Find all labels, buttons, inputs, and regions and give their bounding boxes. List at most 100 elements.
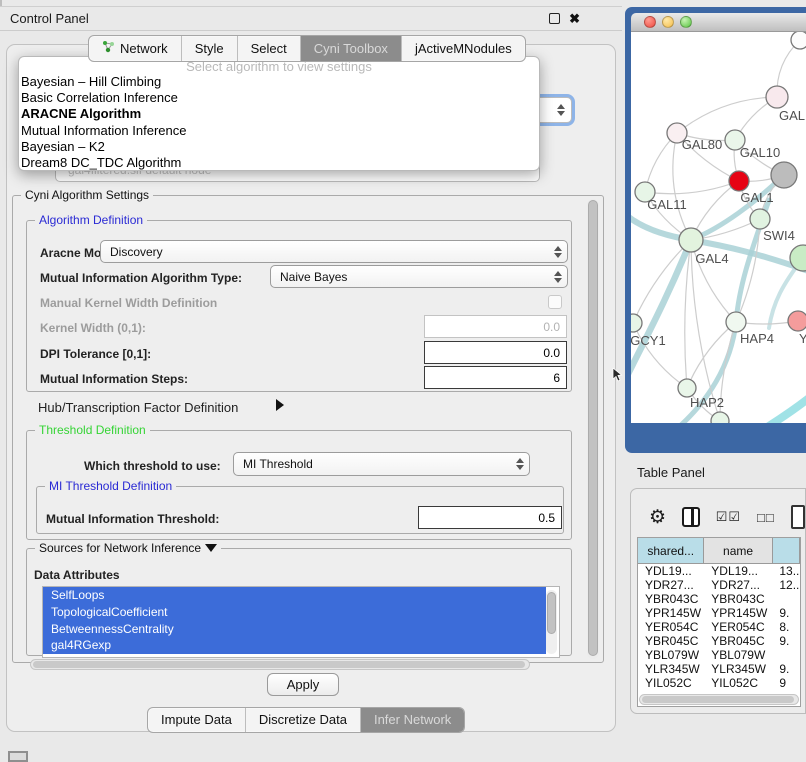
algorithm-popup-item[interactable]: Dream8 DC_TDC Algorithm (19, 155, 539, 171)
data-attribute-item-selected[interactable]: SelfLoops (43, 587, 546, 604)
algorithm-popup-item[interactable]: ARACNE Algorithm (19, 106, 539, 122)
cell-name: YDR27... (704, 578, 772, 592)
minimize-window-icon[interactable] (662, 16, 674, 28)
which-threshold-combobox[interactable]: MI Threshold (233, 452, 530, 476)
network-node[interactable] (679, 228, 703, 252)
data-attribute-item-selected[interactable]: TopologicalCoefficient (43, 604, 546, 621)
close-window-icon[interactable] (644, 16, 656, 28)
dpi-tolerance-field[interactable]: 0.0 (424, 341, 567, 364)
mode-tab[interactable]: Discretize Data (246, 708, 361, 732)
network-edge[interactable] (677, 97, 777, 133)
cell-shared-name: YIL052C (638, 676, 704, 690)
cell-name: YER054C (704, 620, 772, 634)
control-panel-titlebar: Control Panel ✖ (0, 6, 622, 31)
network-node[interactable] (726, 312, 746, 332)
network-node[interactable] (766, 86, 788, 108)
algorithm-popup-item[interactable]: Bayesian – K2 (19, 139, 539, 155)
tab[interactable]: Select (238, 36, 301, 61)
network-node[interactable] (791, 32, 806, 49)
table-column-header[interactable]: name (704, 538, 772, 564)
network-node[interactable] (631, 314, 642, 332)
which-threshold-label: Which threshold to use: (84, 459, 221, 473)
network-node[interactable] (711, 412, 729, 423)
algorithm-popup-list: Bayesian – Hill Climbing Basic Correlati… (19, 74, 539, 171)
zoom-window-icon[interactable] (680, 16, 692, 28)
table-row[interactable]: YBR045C YBR045C 9. (638, 634, 800, 648)
sources-legend-text: Sources for Network Inference (39, 541, 201, 555)
cell-name: YBR043C (704, 592, 772, 606)
cell-name: YIL052C (704, 676, 772, 690)
manual-kernel-checkbox[interactable] (548, 295, 562, 309)
float-panel-icon[interactable] (549, 13, 560, 24)
apply-button[interactable]: Apply (267, 673, 339, 696)
cell-value: 9 (772, 676, 800, 690)
network-edge[interactable] (685, 240, 691, 388)
export-table-icon[interactable] (791, 505, 805, 529)
tab[interactable]: Style (182, 36, 238, 61)
data-attribute-item-selected[interactable]: gal4RGexp (43, 637, 546, 654)
data-attribute-item-selected[interactable]: BetweennessCentrality (43, 621, 546, 638)
control-panel-title: Control Panel (0, 11, 89, 26)
table-column-header[interactable]: shared... (638, 538, 704, 564)
network-window-titlebar[interactable] (631, 13, 806, 32)
node-table: shared... name YDL19... YDL19... 13... Y… (637, 537, 801, 707)
algorithm-popup-item[interactable]: Mutual Information Inference (19, 123, 539, 139)
mi-threshold-field[interactable]: 0.5 (418, 506, 562, 529)
aracne-mode-combobox[interactable]: Discovery (100, 240, 568, 263)
mi-threshold-legend: MI Threshold Definition (45, 479, 176, 493)
cell-name: YPR145W (704, 606, 772, 620)
mi-steps-field[interactable]: 6 (424, 366, 567, 389)
network-icon (102, 40, 115, 56)
cell-name: YBL079W (704, 648, 772, 662)
mode-tab[interactable]: Infer Network (361, 708, 464, 732)
data-attributes-list[interactable]: SelfLoops TopologicalCoefficient Between… (42, 586, 560, 658)
tab-label: Network (120, 41, 168, 56)
unselect-all-columns-icon[interactable]: □□ (757, 510, 775, 525)
table-row[interactable]: YPR145W YPR145W 9. (638, 606, 800, 620)
minimized-panel-icon[interactable] (8, 751, 28, 762)
cell-value (772, 592, 800, 606)
network-node-label: SWI4 (763, 228, 795, 243)
network-node[interactable] (750, 209, 770, 229)
manual-kernel-label: Manual Kernel Width Definition (40, 296, 217, 310)
attributes-vertical-scrollbar[interactable] (546, 590, 557, 654)
tab[interactable]: jActiveMNodules (402, 36, 525, 61)
gear-icon[interactable]: ⚙ (649, 508, 666, 527)
network-edge-thick[interactable] (631, 240, 691, 380)
table-row[interactable]: YBL079W YBL079W (638, 648, 800, 662)
network-node[interactable] (771, 162, 797, 188)
table-row[interactable]: YBR043C YBR043C (638, 592, 800, 606)
table-row[interactable]: YDL19... YDL19... 13... (638, 564, 800, 578)
cell-shared-name: YER054C (638, 620, 704, 634)
close-panel-icon[interactable]: ✖ (569, 12, 580, 25)
mode-tab[interactable]: Impute Data (148, 708, 246, 732)
select-all-columns-icon[interactable]: ☑☑ (716, 509, 741, 525)
cyni-settings-legend: Cyni Algorithm Settings (21, 188, 153, 202)
table-row[interactable]: YER054C YER054C 8. (638, 620, 800, 634)
kernel-width-field[interactable]: 0.0 (424, 315, 567, 338)
table-row[interactable]: YIL052C YIL052C 9 (638, 676, 800, 690)
network-canvas[interactable]: GALGAL80GAL10GAL1GAL11SWI4GAL4GCY1HAP4YH… (631, 32, 806, 423)
algorithm-popup-item[interactable]: Basic Correlation Inference (19, 90, 539, 106)
algorithm-popup-item[interactable]: Bayesian – Hill Climbing (19, 74, 539, 90)
network-node[interactable] (788, 311, 806, 331)
network-node[interactable] (729, 171, 749, 191)
tab[interactable]: Cyni Toolbox (301, 36, 402, 61)
tab[interactable]: Network (89, 36, 182, 61)
network-node-label: GCY1 (631, 333, 666, 348)
cell-value (772, 648, 800, 662)
network-edge-thick[interactable] (761, 398, 806, 423)
expand-right-icon[interactable] (276, 399, 284, 411)
collapse-down-icon[interactable] (205, 544, 217, 552)
tab-label: Select (251, 41, 287, 56)
split-panel-icon[interactable] (682, 507, 700, 527)
settings-horizontal-scrollbar[interactable] (30, 659, 530, 670)
table-row[interactable]: YDR27... YDR27... 12... (638, 578, 800, 592)
mi-threshold-label: Mutual Information Threshold: (46, 512, 219, 526)
table-column-header[interactable] (773, 538, 800, 564)
settings-vertical-scrollbar[interactable] (587, 199, 599, 659)
control-panel-tabs: Network Style Select Cyni Toolbox jActiv… (88, 35, 526, 62)
mi-type-combobox[interactable]: Naive Bayes (270, 265, 568, 288)
table-row[interactable]: YLR345W YLR345W 9. (638, 662, 800, 676)
table-horizontal-scrollbar[interactable] (639, 694, 799, 705)
